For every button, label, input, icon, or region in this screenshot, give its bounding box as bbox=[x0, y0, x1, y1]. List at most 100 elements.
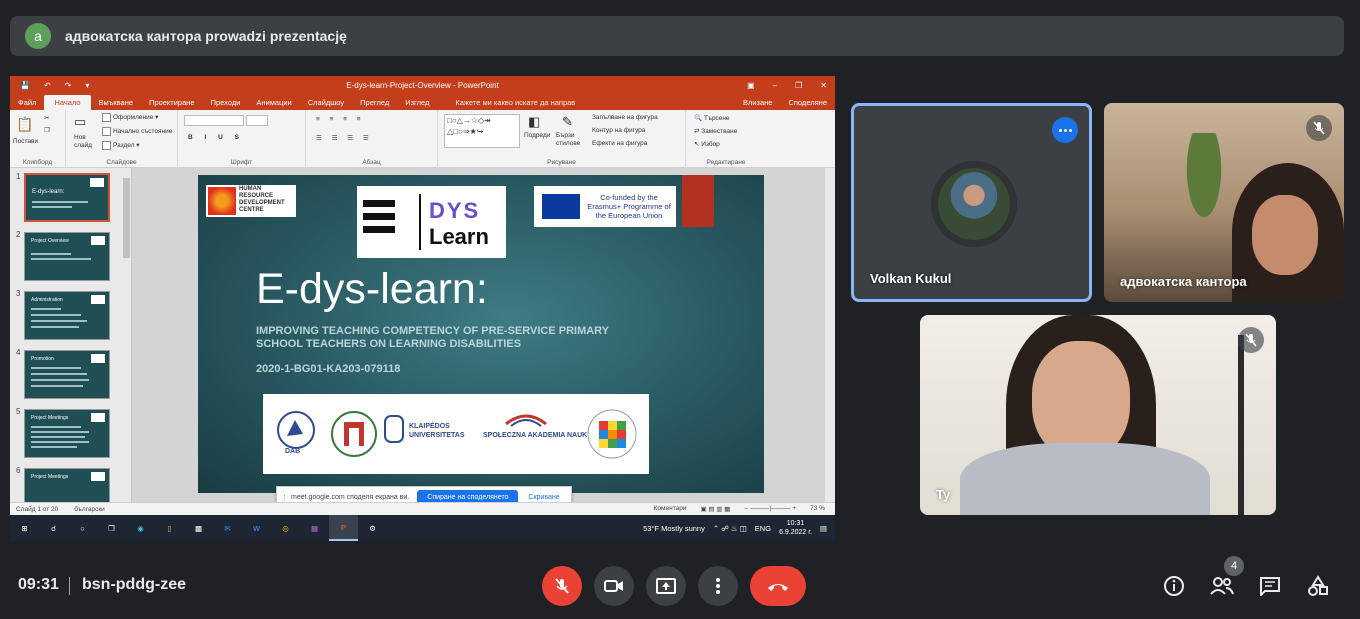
language-indicator[interactable]: български bbox=[74, 506, 105, 513]
drag-handle-icon[interactable]: ⋮ bbox=[281, 494, 288, 502]
chat-button[interactable] bbox=[1255, 571, 1285, 601]
section-button[interactable]: Раздел ▾ bbox=[102, 141, 140, 150]
slide-subtitle: IMPROVING TEACHING COMPETENCY OF PRE-SER… bbox=[256, 325, 609, 350]
shared-screen: 💾 ↶ ↷ ▾ E-dys-learn-Project-Overview - P… bbox=[10, 76, 835, 541]
cut-icon[interactable]: ✂ bbox=[44, 114, 49, 122]
find-button[interactable]: 🔍 Търсене bbox=[694, 114, 730, 122]
slide-scrollbar[interactable] bbox=[825, 168, 835, 502]
eu-flag-icon bbox=[542, 194, 580, 219]
shapes-gallery[interactable]: □○△→☆◇↠ △□○⇒★↪ bbox=[444, 114, 520, 148]
word-icon[interactable]: W bbox=[242, 515, 271, 541]
slide-thumbnail[interactable]: E-dys-learn: bbox=[24, 173, 110, 222]
settings-icon[interactable]: ⚙ bbox=[358, 515, 387, 541]
comments-button[interactable]: Коментари bbox=[654, 505, 687, 513]
tab-insert[interactable]: Вмъкване bbox=[91, 98, 141, 110]
tab-review[interactable]: Преглед bbox=[352, 98, 397, 110]
font-name-box[interactable] bbox=[184, 115, 244, 126]
minimize-icon[interactable]: – bbox=[773, 81, 777, 90]
quick-styles-icon[interactable]: ✎ bbox=[562, 114, 573, 130]
sign-in-link[interactable]: Влизане bbox=[735, 98, 781, 110]
reset-button[interactable]: Начално състояние bbox=[102, 127, 172, 136]
shape-fill-button[interactable]: Запълване на фигура bbox=[592, 114, 658, 121]
replace-button[interactable]: ⇄ Заместване bbox=[694, 127, 737, 135]
cortana-icon[interactable]: ○ bbox=[68, 515, 97, 541]
slide-thumbnail[interactable]: Project Meetings bbox=[24, 409, 110, 458]
leave-call-button[interactable] bbox=[750, 566, 806, 606]
slide-thumbnail[interactable]: Promotion bbox=[24, 350, 110, 399]
participant-tile-self[interactable]: Ty bbox=[920, 315, 1276, 515]
zoom-level[interactable]: 73 % bbox=[810, 505, 825, 513]
view-buttons[interactable]: ▣ ▤ ▥ ▦ bbox=[700, 505, 730, 513]
taskbar-clock[interactable]: 10:31 6.9.2022 г. bbox=[779, 519, 812, 537]
shape-effects-button[interactable]: Ефекти на фигура bbox=[592, 140, 647, 147]
more-options-icon[interactable] bbox=[1052, 117, 1078, 143]
notifications-icon[interactable]: ▤ bbox=[820, 524, 827, 533]
align-buttons[interactable]: ☰ ☰ ☰ ☰ bbox=[316, 134, 373, 142]
list-buttons[interactable]: ≡ ≡ ≡ ≡ bbox=[316, 116, 365, 123]
hide-notice-button[interactable]: Скриване bbox=[528, 494, 559, 501]
red-accent-bar bbox=[682, 175, 714, 227]
clipboard-label: Клипборд bbox=[22, 159, 53, 166]
zoom-slider[interactable]: – ———|——— + bbox=[744, 505, 796, 513]
edge-icon[interactable]: ◉ bbox=[126, 515, 155, 541]
windows-start-icon[interactable]: ⊞ bbox=[10, 515, 39, 541]
arrange-button[interactable]: Подреди bbox=[524, 132, 550, 139]
quick-styles-button[interactable]: Бързи стилове bbox=[556, 132, 584, 148]
store-icon[interactable]: ▩ bbox=[184, 515, 213, 541]
tab-slideshow[interactable]: Слайдшоу bbox=[300, 98, 352, 110]
tell-me-box[interactable]: Кажете ми какво искате да направ bbox=[447, 98, 583, 110]
new-slide-icon[interactable]: ▭ bbox=[74, 114, 86, 130]
shape-outline-button[interactable]: Контур на фигура bbox=[592, 127, 645, 134]
partner-logos: DAB KLAIPĖDOS UNIVERSITETAS SPOŁECZNA AK… bbox=[263, 394, 649, 474]
activities-button[interactable] bbox=[1303, 571, 1333, 601]
tab-home[interactable]: Начало bbox=[44, 95, 91, 110]
new-slide-button[interactable]: Нов слайд bbox=[74, 134, 98, 150]
copy-icon[interactable]: ❐ bbox=[44, 126, 50, 134]
project-code: 2020-1-BG01-KA203-079118 bbox=[256, 363, 401, 375]
meeting-details-button[interactable] bbox=[1159, 571, 1189, 601]
people-icon bbox=[1210, 577, 1234, 595]
thumb-number: 1 bbox=[16, 172, 21, 181]
font-format-buttons[interactable]: B I U S bbox=[188, 134, 244, 141]
weather-widget[interactable]: 53°F Mostly sunny bbox=[643, 524, 705, 533]
slide-thumbnail[interactable]: Administration bbox=[24, 291, 110, 340]
share-button[interactable]: Споделяне bbox=[780, 98, 835, 110]
ribbon-display-icon[interactable]: ▣ bbox=[747, 81, 755, 90]
more-options-button[interactable] bbox=[698, 566, 738, 606]
participant-tile[interactable]: Volkan Kukul bbox=[851, 103, 1092, 302]
mic-toggle-button[interactable] bbox=[542, 566, 582, 606]
font-size-box[interactable] bbox=[246, 115, 268, 126]
winrar-icon[interactable]: ▦ bbox=[300, 515, 329, 541]
mail-icon[interactable]: ✉ bbox=[213, 515, 242, 541]
participant-tile[interactable]: адвокатска кантора bbox=[1104, 103, 1344, 302]
tab-animations[interactable]: Анимации bbox=[248, 98, 299, 110]
file-explorer-icon[interactable]: ▯ bbox=[155, 515, 184, 541]
search-icon[interactable]: ☌ bbox=[39, 515, 68, 541]
task-view-icon[interactable]: ❐ bbox=[97, 515, 126, 541]
tray-icons[interactable]: ⌃ ☍ ♨ ◫ bbox=[713, 524, 747, 533]
tab-design[interactable]: Проектиране bbox=[141, 98, 203, 110]
present-screen-icon bbox=[656, 578, 676, 594]
powerpoint-taskbar-icon[interactable]: P bbox=[329, 515, 358, 541]
tab-transitions[interactable]: Преходи bbox=[203, 98, 249, 110]
arrange-icon[interactable]: ◧ bbox=[528, 114, 540, 130]
camera-toggle-button[interactable] bbox=[594, 566, 634, 606]
language-switch[interactable]: ENG bbox=[755, 524, 771, 533]
san-logo: SPOŁECZNA AKADEMIA NAUK bbox=[481, 408, 587, 460]
layout-button[interactable]: Оформление ▾ bbox=[102, 113, 158, 122]
present-now-button[interactable] bbox=[646, 566, 686, 606]
select-button[interactable]: ↖ Избор bbox=[694, 140, 720, 148]
tab-file[interactable]: Файл bbox=[10, 98, 44, 110]
thumbnails-scrollbar[interactable] bbox=[122, 168, 131, 502]
close-icon[interactable]: ✕ bbox=[820, 81, 827, 90]
restore-icon[interactable]: ❐ bbox=[795, 81, 802, 90]
slide-thumbnail[interactable]: Project Overview bbox=[24, 232, 110, 281]
tab-view[interactable]: Изглед bbox=[397, 98, 437, 110]
ppt-titlebar: 💾 ↶ ↷ ▾ E-dys-learn-Project-Overview - P… bbox=[10, 76, 835, 94]
presenting-text: адвокатска кантора prowadzi prezentację bbox=[65, 28, 347, 44]
paste-icon[interactable]: 📋 bbox=[16, 116, 33, 133]
paste-button[interactable]: Постави bbox=[13, 138, 38, 145]
current-slide: HUMAN RESOURCE DEVELOPMENT CENTRE DYS Le… bbox=[198, 175, 764, 493]
presenter-avatar: a bbox=[25, 23, 51, 49]
chrome-icon[interactable]: ◎ bbox=[271, 515, 300, 541]
